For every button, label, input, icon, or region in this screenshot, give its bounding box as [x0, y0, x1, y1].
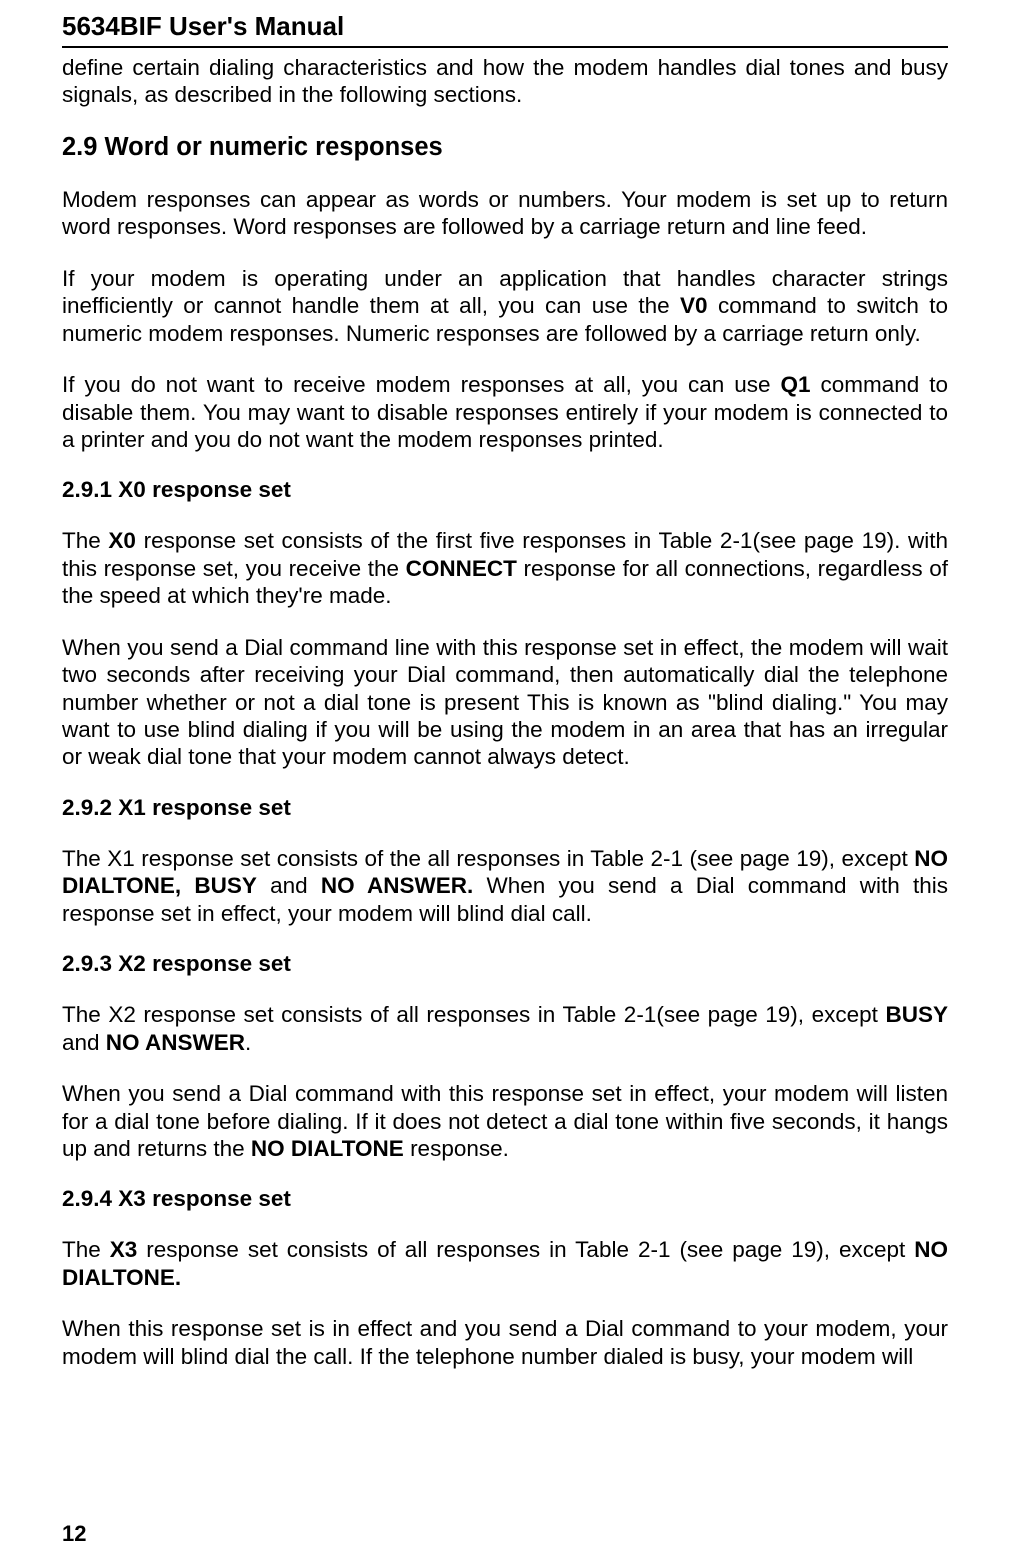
- command-x3: X3: [110, 1237, 138, 1262]
- section-2-9-1-heading: 2.9.1 X0 response set: [62, 477, 948, 503]
- section-2-9-p1: Modem responses can appear as words or n…: [62, 186, 948, 241]
- section-2-9-2-heading: 2.9.2 X1 response set: [62, 795, 948, 821]
- text: The: [62, 528, 108, 553]
- intro-paragraph: define certain dialing characteristics a…: [62, 54, 948, 109]
- text: The: [62, 1237, 110, 1262]
- section-2-9-3-p1: The X2 response set consists of all resp…: [62, 1001, 948, 1056]
- text: response.: [404, 1136, 509, 1161]
- keyword-connect: CONNECT: [406, 556, 517, 581]
- command-x0: X0: [108, 528, 136, 553]
- section-2-9-4-p1: The X3 response set consists of all resp…: [62, 1236, 948, 1291]
- keyword-no-dialtone: NO DIALTONE: [251, 1136, 404, 1161]
- section-2-9-3-heading: 2.9.3 X2 response set: [62, 951, 948, 977]
- document-page: 5634BIF User's Manual define certain dia…: [0, 0, 1010, 1565]
- keyword-busy: BUSY: [885, 1002, 948, 1027]
- section-2-9-p2: If your modem is operating under an appl…: [62, 265, 948, 347]
- keyword-no-answer: NO ANSWER.: [321, 873, 473, 898]
- section-2-9-heading: 2.9 Word or numeric responses: [62, 133, 948, 162]
- section-2-9-3-p2: When you send a Dial command with this r…: [62, 1080, 948, 1162]
- text: and: [257, 873, 321, 898]
- section-2-9-1-p1: The X0 response set consists of the firs…: [62, 527, 948, 609]
- section-2-9-4-heading: 2.9.4 X3 response set: [62, 1186, 948, 1212]
- page-number: 12: [62, 1521, 86, 1547]
- command-q1: Q1: [781, 372, 811, 397]
- document-title: 5634BIF User's Manual: [62, 11, 948, 48]
- section-2-9-4-p2: When this response set is in effect and …: [62, 1315, 948, 1370]
- section-2-9-1-p2: When you send a Dial command line with t…: [62, 634, 948, 771]
- text: response set consists of all responses i…: [137, 1237, 914, 1262]
- text: If you do not want to receive modem resp…: [62, 372, 781, 397]
- text: define certain dialing characteristics a…: [62, 55, 948, 107]
- text: and: [62, 1030, 106, 1055]
- text: The X1 response set consists of the all …: [62, 846, 914, 871]
- section-2-9-2-p1: The X1 response set consists of the all …: [62, 845, 948, 927]
- text: The X2 response set consists of all resp…: [62, 1002, 885, 1027]
- keyword-no-answer: NO ANSWER: [106, 1030, 245, 1055]
- text: .: [245, 1030, 251, 1055]
- section-2-9-p3: If you do not want to receive modem resp…: [62, 371, 948, 453]
- command-v0: V0: [680, 293, 708, 318]
